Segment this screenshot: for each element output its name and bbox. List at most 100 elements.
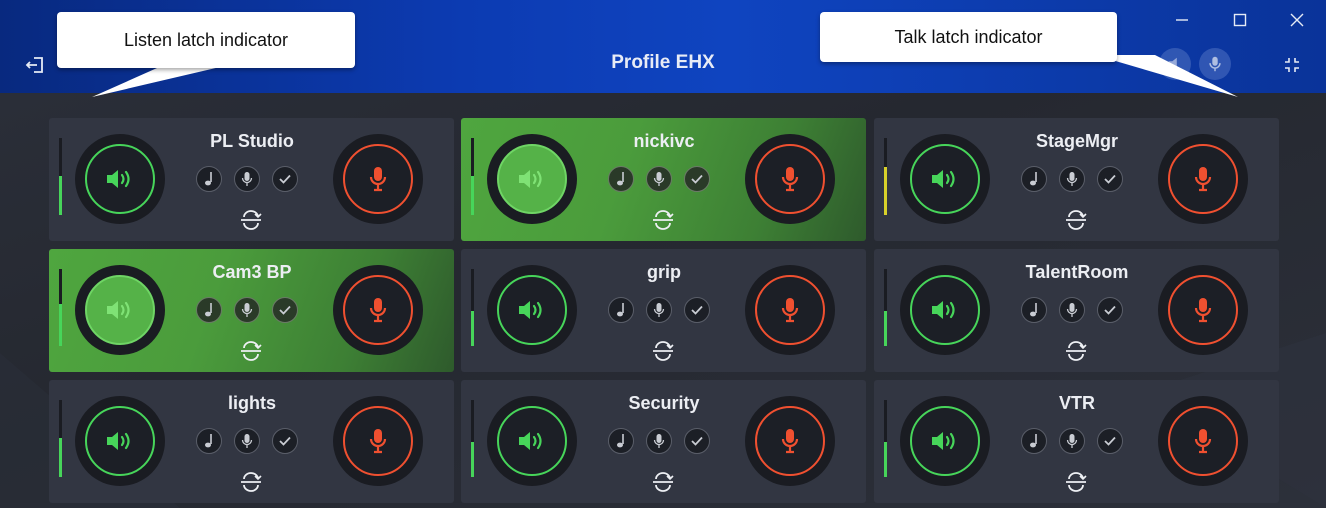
route-button[interactable] [1064, 471, 1088, 493]
route-button[interactable] [1064, 209, 1088, 231]
mic-select-button[interactable] [646, 166, 672, 192]
check-icon [1104, 174, 1116, 184]
channel-options [196, 297, 298, 323]
level-meter [59, 400, 62, 477]
tone-button[interactable] [196, 428, 222, 454]
level-meter-fill [59, 304, 62, 346]
tone-button[interactable] [608, 166, 634, 192]
listen-button-inner [85, 406, 155, 476]
listen-latch-callout: Listen latch indicator [57, 12, 355, 68]
mic-icon [1194, 298, 1212, 323]
music-note-icon [617, 303, 624, 317]
route-button[interactable] [239, 471, 263, 493]
channel-card: Cam3 BP [49, 249, 454, 372]
channel-options [1021, 297, 1123, 323]
check-icon [1104, 436, 1116, 446]
channel-options [1021, 428, 1123, 454]
route-button[interactable] [239, 209, 263, 231]
level-meter [884, 400, 887, 477]
talk-button[interactable] [745, 134, 835, 224]
route-icon [241, 210, 262, 230]
mic-icon [653, 434, 665, 448]
channel-card: grip [461, 249, 866, 372]
tone-button[interactable] [1021, 297, 1047, 323]
route-button[interactable] [651, 209, 675, 231]
check-icon [691, 436, 703, 446]
channel-card: Security [461, 380, 866, 503]
listen-button-inner [497, 275, 567, 345]
mic-icon [369, 298, 387, 323]
channel-name: TalentRoom [1025, 262, 1129, 282]
route-button[interactable] [239, 340, 263, 362]
music-note-icon [617, 434, 624, 448]
channel-options [608, 428, 710, 454]
channel-name: nickivc [633, 131, 695, 151]
talk-button[interactable] [333, 134, 423, 224]
route-button[interactable] [651, 340, 675, 362]
confirm-button[interactable] [272, 297, 298, 323]
music-note-icon [205, 434, 212, 448]
level-meter-fill [471, 311, 474, 346]
channel-options [608, 166, 710, 192]
mic-select-button[interactable] [646, 428, 672, 454]
listen-button-inner [85, 275, 155, 345]
level-meter-fill [471, 176, 474, 215]
mic-select-button[interactable] [1059, 166, 1085, 192]
route-button[interactable] [1064, 340, 1088, 362]
channel-options [608, 297, 710, 323]
level-meter [884, 269, 887, 346]
mic-icon [241, 303, 253, 317]
music-note-icon [617, 172, 624, 186]
mic-select-button[interactable] [234, 297, 260, 323]
level-meter-fill [884, 167, 887, 215]
talk-button[interactable] [745, 265, 835, 355]
speaker-icon [519, 170, 542, 188]
talk-button[interactable] [1158, 396, 1248, 486]
confirm-button[interactable] [272, 428, 298, 454]
route-icon [241, 341, 262, 361]
mic-select-button[interactable] [234, 166, 260, 192]
channel-options [196, 428, 298, 454]
channel-name: VTR [1059, 393, 1095, 413]
tone-button[interactable] [1021, 166, 1047, 192]
listen-button-inner [497, 144, 567, 214]
tone-button[interactable] [608, 297, 634, 323]
tone-button[interactable] [196, 166, 222, 192]
speaker-icon [932, 432, 955, 450]
channel-name: Cam3 BP [212, 262, 292, 282]
route-icon [653, 472, 674, 492]
tone-button[interactable] [608, 428, 634, 454]
route-button[interactable] [651, 471, 675, 493]
confirm-button[interactable] [684, 297, 710, 323]
mic-select-button[interactable] [1059, 297, 1085, 323]
talk-button[interactable] [1158, 265, 1248, 355]
level-meter [59, 269, 62, 346]
confirm-button[interactable] [272, 166, 298, 192]
check-icon [279, 305, 291, 315]
level-meter-fill [884, 442, 887, 477]
talk-button[interactable] [333, 396, 423, 486]
confirm-button[interactable] [1097, 428, 1123, 454]
mic-select-button[interactable] [234, 428, 260, 454]
mic-select-button[interactable] [1059, 428, 1085, 454]
talk-button[interactable] [745, 396, 835, 486]
channel-card: VTR [874, 380, 1279, 503]
confirm-button[interactable] [684, 166, 710, 192]
confirm-button[interactable] [1097, 297, 1123, 323]
level-meter-fill [884, 311, 887, 346]
channel-card: TalentRoom [874, 249, 1279, 372]
tone-button[interactable] [1021, 428, 1047, 454]
tone-button[interactable] [196, 297, 222, 323]
mic-icon [369, 429, 387, 454]
channel-name: Security [628, 393, 700, 413]
speaker-icon [519, 432, 542, 450]
talk-button[interactable] [333, 265, 423, 355]
level-meter [471, 269, 474, 346]
mic-icon [781, 298, 799, 323]
confirm-button[interactable] [1097, 166, 1123, 192]
listen-button-inner [497, 406, 567, 476]
route-icon [1066, 210, 1087, 230]
mic-select-button[interactable] [646, 297, 672, 323]
confirm-button[interactable] [684, 428, 710, 454]
talk-button[interactable] [1158, 134, 1248, 224]
